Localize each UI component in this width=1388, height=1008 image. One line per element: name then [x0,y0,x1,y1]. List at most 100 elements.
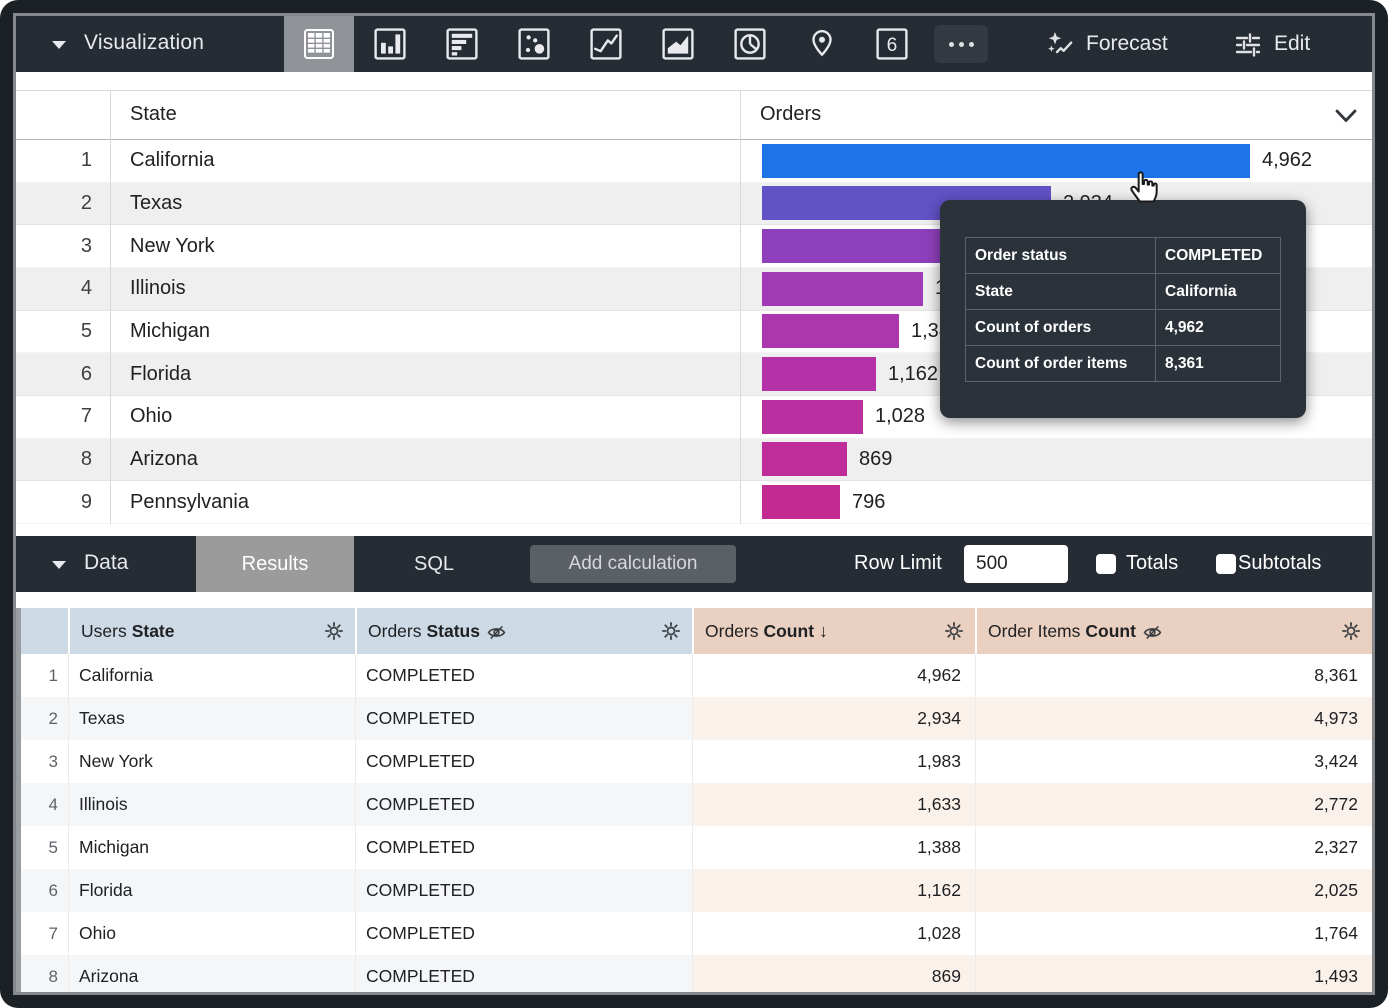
totals-checkbox[interactable] [1096,554,1116,574]
table-row[interactable]: 7OhioCOMPLETED1,0281,764 [21,912,1372,955]
viz-type-single-value-button[interactable]: 6 [874,26,910,62]
visualization-collapse-button[interactable] [52,41,66,49]
sort-descending-icon: ↓ [819,621,828,642]
table-row[interactable]: 5MichiganCOMPLETED1,3882,327 [21,826,1372,869]
orders-count-cell: 4,962 [692,654,975,697]
table-row[interactable]: 2TexasCOMPLETED2,9344,973 [21,697,1372,740]
viz-type-area-chart-button[interactable] [660,26,696,62]
orders-bar-value: 796 [852,491,885,514]
viz-row-state: Arizona [110,448,740,471]
tab-results[interactable]: Results [196,536,354,592]
data-toolbar: Data Results SQL Add calculation Row Lim… [16,536,1372,592]
orders-bar[interactable] [762,272,923,306]
viz-row-number: 1 [16,149,110,172]
state-cell: New York [68,740,355,783]
orders-bar[interactable] [762,400,863,434]
forecast-label: Forecast [1086,32,1168,56]
viz-orders-column-header[interactable]: Orders [760,103,821,126]
edit-button[interactable]: Edit [1234,16,1310,72]
hidden-field-eye-slash-icon [1143,625,1162,640]
bar-tooltip: Order statusCOMPLETED StateCalifornia Co… [940,200,1306,418]
viz-row-state: New York [110,235,740,258]
status-cell: COMPLETED [355,740,692,783]
orders-status-column-header[interactable]: OrdersStatus [355,608,692,654]
viz-table-row: 8Arizona869 [16,439,1372,482]
viz-table-header: State Orders [16,90,1372,140]
orders-count-column-header[interactable]: OrdersCount ↓ [692,608,975,654]
viz-row-state: Michigan [110,320,740,343]
scatter-plot-icon [516,26,552,62]
viz-type-bar-chart-button[interactable] [444,26,480,62]
row-number: 8 [21,955,68,992]
table-row[interactable]: 1CaliforniaCOMPLETED4,9628,361 [21,654,1372,697]
table-row[interactable]: 6FloridaCOMPLETED1,1622,025 [21,869,1372,912]
viz-row-number: 7 [16,405,110,428]
orders-bar[interactable] [762,485,840,519]
users-state-column-header[interactable]: UsersState [68,608,355,654]
column-chart-icon [372,26,408,62]
table-row[interactable]: 8ArizonaCOMPLETED8691,493 [21,955,1372,992]
state-cell: Arizona [68,955,355,992]
order-items-count-column-header[interactable]: Order ItemsCount [975,608,1372,654]
mouse-cursor-icon [1124,164,1164,204]
tooltip-row: Count of orders4,962 [966,310,1281,346]
tab-sql[interactable]: SQL [354,536,514,592]
viz-type-line-chart-button[interactable] [588,26,624,62]
single-value-icon: 6 [874,26,910,62]
orders-count-cell: 2,934 [692,697,975,740]
ellipsis-icon [949,42,954,47]
orders-count-cell: 869 [692,955,975,992]
order-items-count-cell: 3,424 [975,740,1372,783]
orders-bar-value: 1,162 [888,363,938,386]
add-calculation-button[interactable]: Add calculation [530,545,736,583]
viz-type-map-button[interactable] [804,26,840,62]
app-window: Visualization [0,0,1388,1008]
table-row[interactable]: 3New YorkCOMPLETED1,9833,424 [21,740,1372,783]
orders-bar[interactable] [762,229,957,263]
order-items-count-cell: 8,361 [975,654,1372,697]
gear-icon[interactable] [661,621,681,641]
state-cell: Florida [68,869,355,912]
svg-text:6: 6 [887,35,898,56]
row-number: 3 [21,740,68,783]
orders-bar[interactable] [762,314,899,348]
viz-row-state: Florida [110,363,740,386]
state-cell: California [68,654,355,697]
order-items-count-cell: 2,772 [975,783,1372,826]
viz-row-number: 2 [16,192,110,215]
orders-bar[interactable] [762,144,1250,178]
row-limit-input[interactable] [964,545,1068,583]
gear-icon[interactable] [944,621,964,641]
viz-state-column-header[interactable]: State [130,103,177,126]
visualization-title: Visualization [84,31,204,55]
viz-row-number: 4 [16,277,110,300]
subtotals-checkbox[interactable] [1216,554,1236,574]
viz-row-number: 3 [16,235,110,258]
viz-type-column-chart-button[interactable] [372,26,408,62]
table-row[interactable]: 4IllinoisCOMPLETED1,6332,772 [21,783,1372,826]
tooltip-value: California [1156,274,1281,310]
viz-type-pie-chart-button[interactable] [732,26,768,62]
orders-bar[interactable] [762,442,847,476]
orders-column-menu-button[interactable] [1334,108,1358,124]
order-items-count-cell: 1,764 [975,912,1372,955]
order-items-count-cell: 1,493 [975,955,1372,992]
state-cell: Illinois [68,783,355,826]
orders-bar[interactable] [762,357,876,391]
row-number: 1 [21,654,68,697]
viz-type-table-button[interactable] [284,16,354,72]
data-collapse-button[interactable] [52,561,66,569]
more-viz-types-button[interactable] [934,25,988,63]
gear-icon[interactable] [1341,621,1361,641]
chevron-down-icon [1334,108,1358,124]
area-chart-icon [660,26,696,62]
gear-icon[interactable] [324,621,344,641]
orders-bar-value: 4,962 [1262,149,1312,172]
hidden-field-eye-slash-icon [487,625,506,640]
forecast-button[interactable]: Forecast [1046,16,1168,72]
tooltip-row: Order statusCOMPLETED [966,238,1281,274]
state-cell: Texas [68,697,355,740]
viz-type-scatter-button[interactable] [516,26,552,62]
row-number: 5 [21,826,68,869]
tooltip-label: Order status [966,238,1156,274]
